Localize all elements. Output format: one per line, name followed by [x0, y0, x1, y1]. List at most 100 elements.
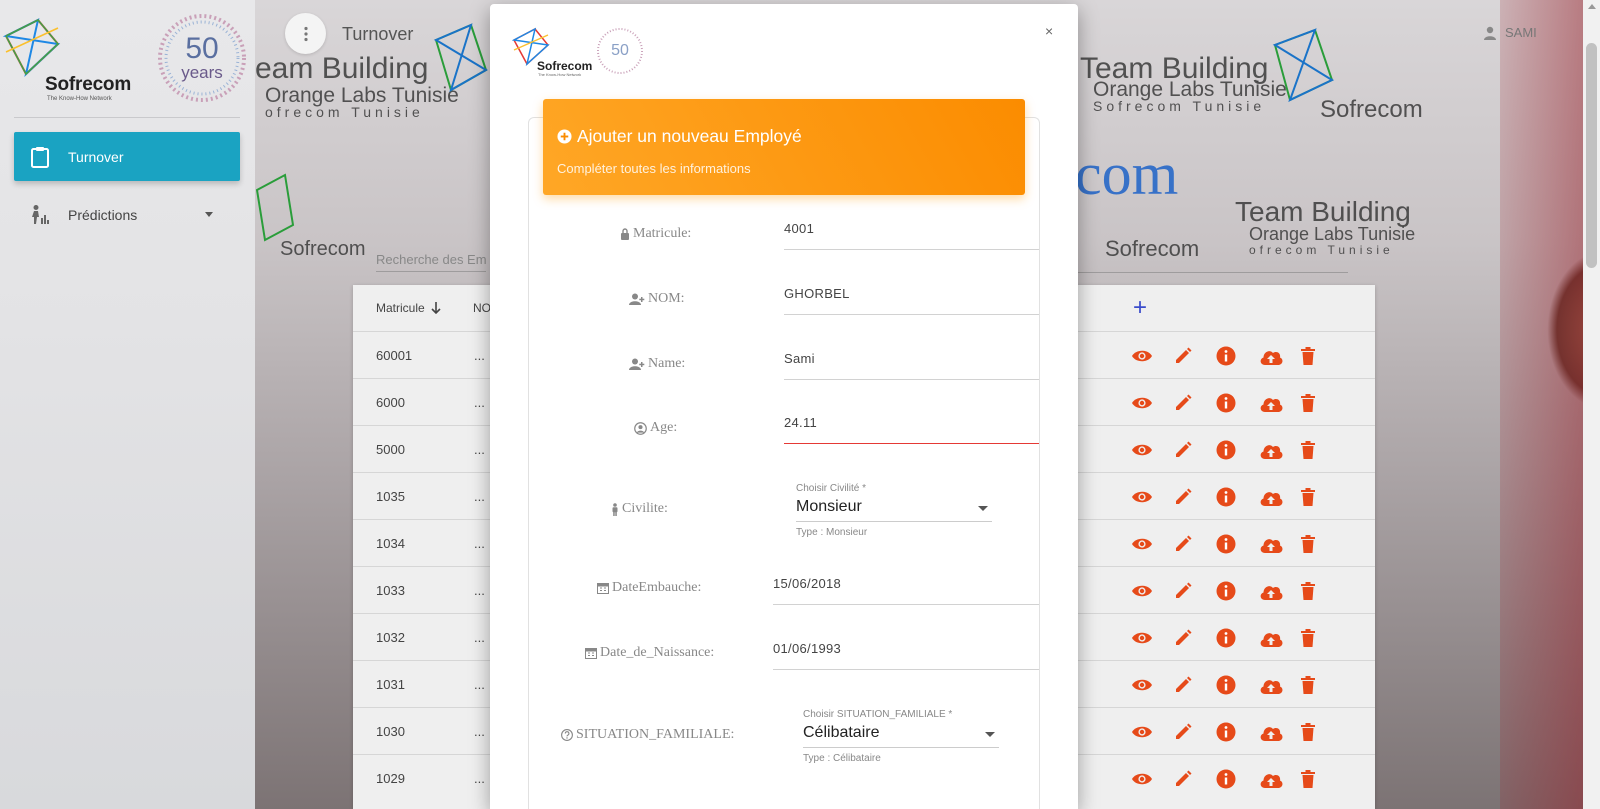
- banner-text: Sofrecom Tunisie: [1093, 98, 1266, 114]
- nom-field[interactable]: GHORBEL: [784, 277, 1039, 315]
- lock-icon: [621, 228, 629, 240]
- trash-icon[interactable]: [1301, 345, 1344, 367]
- info-icon[interactable]: [1216, 392, 1259, 414]
- question-circle-icon: [561, 729, 573, 741]
- eye-icon[interactable]: [1131, 580, 1174, 602]
- years-badge-icon: 50 years: [158, 14, 246, 102]
- form-header: Ajouter un nouveau Employé Compléter tou…: [543, 99, 1025, 195]
- scrollbar-thumb[interactable]: [1586, 43, 1597, 268]
- edit-pencil-icon[interactable]: [1174, 674, 1217, 696]
- cloud-upload-icon[interactable]: [1259, 533, 1302, 555]
- cloud-upload-icon[interactable]: [1259, 580, 1302, 602]
- cloud-upload-icon[interactable]: [1259, 721, 1302, 743]
- sidebar-item-turnover[interactable]: Turnover: [14, 132, 240, 181]
- trash-icon[interactable]: [1301, 721, 1344, 743]
- cell-nom: ...: [474, 583, 485, 598]
- edit-pencil-icon[interactable]: [1174, 533, 1217, 555]
- trash-icon[interactable]: [1301, 392, 1344, 414]
- sidebar-item-predictions[interactable]: Prédictions: [14, 190, 240, 239]
- cell-nom: ...: [474, 677, 485, 692]
- trash-icon[interactable]: [1301, 439, 1344, 461]
- page-title: Turnover: [342, 24, 414, 44]
- cell-nom: ...: [474, 771, 485, 786]
- cloud-upload-icon[interactable]: [1259, 439, 1302, 461]
- modal-brand-tagline: The Know-How Network: [538, 72, 582, 77]
- date-embauche-field[interactable]: 15/06/2018: [773, 567, 1039, 605]
- field-label-text: Age:: [650, 420, 678, 435]
- chevron-down-icon: [978, 506, 988, 511]
- search-input[interactable]: Recherche des Em: [376, 252, 486, 272]
- user-plus-icon: [629, 358, 645, 370]
- calendar-icon: [597, 583, 609, 594]
- cloud-upload-icon[interactable]: [1259, 768, 1302, 790]
- trash-icon[interactable]: [1301, 580, 1344, 602]
- select-hint: Type : Monsieur: [796, 527, 868, 538]
- form-title-text: Ajouter un nouveau Employé: [577, 126, 802, 146]
- situation-familiale-select[interactable]: Choisir SITUATION_FAMILIALE * Célibatair…: [803, 709, 999, 764]
- info-icon[interactable]: [1216, 674, 1259, 696]
- edit-pencil-icon[interactable]: [1174, 486, 1217, 508]
- cloud-upload-icon[interactable]: [1259, 392, 1302, 414]
- cell-matricule: 60001: [376, 348, 413, 363]
- trash-icon[interactable]: [1301, 768, 1344, 790]
- select-value-text: Célibataire: [803, 724, 880, 741]
- matricule-field[interactable]: 4001: [784, 212, 1039, 250]
- person-chart-icon: [29, 204, 51, 226]
- info-icon[interactable]: [1216, 580, 1259, 602]
- add-employee-button[interactable]: +: [1133, 285, 1147, 331]
- age-field[interactable]: 24.11: [784, 406, 1039, 444]
- eye-icon[interactable]: [1131, 721, 1174, 743]
- select-hint: Type : Célibataire: [803, 753, 881, 764]
- eye-icon[interactable]: [1131, 768, 1174, 790]
- cell-matricule: 1029: [376, 771, 405, 786]
- edit-pencil-icon[interactable]: [1174, 580, 1217, 602]
- info-icon[interactable]: [1216, 439, 1259, 461]
- edit-pencil-icon[interactable]: [1174, 768, 1217, 790]
- info-icon[interactable]: [1216, 721, 1259, 743]
- scroll-up-icon[interactable]: [1588, 4, 1596, 9]
- edit-pencil-icon[interactable]: [1174, 345, 1217, 367]
- user-menu[interactable]: SAMI: [1483, 25, 1537, 40]
- column-header-nom[interactable]: NO: [473, 285, 491, 331]
- cloud-upload-icon[interactable]: [1259, 674, 1302, 696]
- cell-matricule: 1032: [376, 630, 405, 645]
- eye-icon[interactable]: [1131, 439, 1174, 461]
- cloud-upload-icon[interactable]: [1259, 345, 1302, 367]
- date-naissance-field[interactable]: 01/06/1993: [773, 632, 1039, 670]
- eye-icon[interactable]: [1131, 486, 1174, 508]
- edit-pencil-icon[interactable]: [1174, 721, 1217, 743]
- row-actions: [1131, 439, 1344, 461]
- eye-icon[interactable]: [1131, 533, 1174, 555]
- edit-pencil-icon[interactable]: [1174, 627, 1217, 649]
- cell-matricule: 1033: [376, 583, 405, 598]
- situation-familiale-label: SITUATION_FAMILIALE:: [561, 727, 734, 743]
- eye-icon[interactable]: [1131, 627, 1174, 649]
- close-icon[interactable]: ×: [1045, 23, 1053, 39]
- field-label-text: NOM:: [648, 291, 685, 306]
- nom-label: NOM:: [629, 291, 685, 307]
- civilite-select[interactable]: Choisir Civilité * Monsieur Type : Monsi…: [796, 483, 992, 538]
- trash-icon[interactable]: [1301, 674, 1344, 696]
- info-icon[interactable]: [1216, 345, 1259, 367]
- sidebar-item-label: Prédictions: [68, 206, 138, 223]
- column-header-matricule[interactable]: Matricule: [376, 285, 441, 331]
- eye-icon[interactable]: [1131, 345, 1174, 367]
- cloud-upload-icon[interactable]: [1259, 627, 1302, 649]
- edit-pencil-icon[interactable]: [1174, 439, 1217, 461]
- eye-icon[interactable]: [1131, 392, 1174, 414]
- page-scrollbar[interactable]: [1583, 0, 1600, 809]
- edit-pencil-icon[interactable]: [1174, 392, 1217, 414]
- cloud-upload-icon[interactable]: [1259, 486, 1302, 508]
- info-icon[interactable]: [1216, 486, 1259, 508]
- info-icon[interactable]: [1216, 768, 1259, 790]
- more-menu-button[interactable]: [285, 13, 326, 54]
- trash-icon[interactable]: [1301, 486, 1344, 508]
- eye-icon[interactable]: [1131, 674, 1174, 696]
- trash-icon[interactable]: [1301, 627, 1344, 649]
- name-field[interactable]: Sami: [784, 342, 1039, 380]
- banner-logo-icon: [1272, 28, 1335, 102]
- trash-icon[interactable]: [1301, 533, 1344, 555]
- row-actions: [1131, 674, 1344, 696]
- info-icon[interactable]: [1216, 533, 1259, 555]
- info-icon[interactable]: [1216, 627, 1259, 649]
